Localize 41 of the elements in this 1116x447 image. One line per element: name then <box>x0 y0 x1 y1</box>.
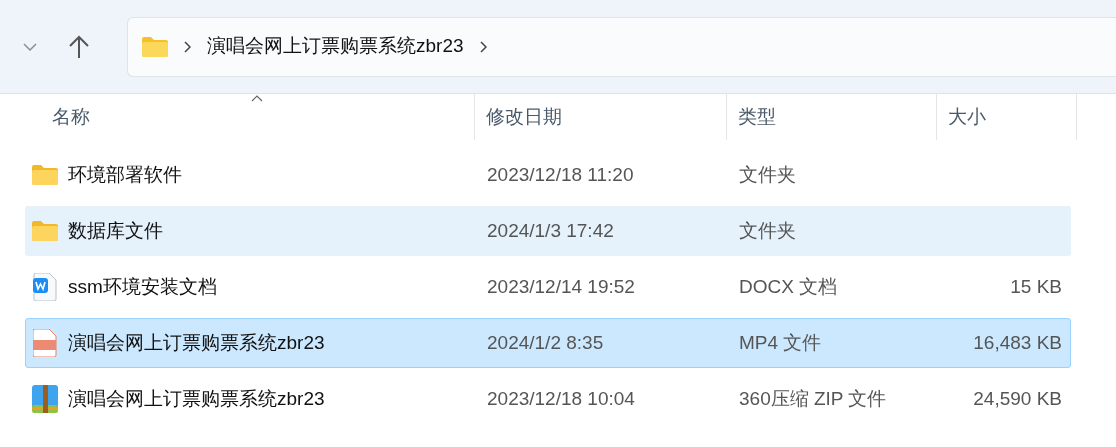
modified-date: 2024/1/3 17:42 <box>487 219 614 241</box>
file-type: 文件夹 <box>739 219 796 241</box>
file-type: MP4 文件 <box>739 331 822 353</box>
column-label: 类型 <box>738 104 776 129</box>
file-type: DOCX 文档 <box>739 275 838 297</box>
modified-date: 2024/1/2 8:35 <box>487 331 604 353</box>
column-header-cell[interactable]: 大小 <box>937 94 1077 140</box>
up-arrow-icon[interactable] <box>68 34 90 59</box>
file-size: 15 KB <box>1010 274 1062 299</box>
column-label: 修改日期 <box>486 104 562 129</box>
file-name: 数据库文件 <box>68 218 163 243</box>
file-type: 文件夹 <box>739 163 796 185</box>
file-row[interactable]: 数据库文件 2024/1/3 17:42 文件夹 <box>25 206 1071 256</box>
column-header-cell[interactable]: 名称 <box>0 94 475 140</box>
column-label: 大小 <box>948 104 986 129</box>
column-header-cell[interactable]: 类型 <box>727 94 937 140</box>
file-type: 360压缩 ZIP 文件 <box>739 387 887 409</box>
file-name: 演唱会网上订票购票系统zbr23 <box>68 386 325 411</box>
chevron-icon <box>479 40 487 53</box>
modified-date: 2023/12/18 10:04 <box>487 387 635 409</box>
file-name: ssm环境安装文档 <box>68 274 217 299</box>
file-size: 16,483 KB <box>973 330 1062 355</box>
file-row[interactable]: 演唱会网上订票购票系统zbr23 2024/1/2 8:35 MP4 文件 16,483 KB <box>25 318 1071 368</box>
folder-icon <box>142 36 168 57</box>
address-bar[interactable]: 演唱会网上订票购票系统zbr23 <box>127 16 1116 77</box>
column-label: 名称 <box>52 104 90 129</box>
file-row[interactable]: 演唱会网上订票购票系统zbr23 2023/12/18 10:04 360压缩 ZIP 文件 24,590 KB <box>25 374 1071 424</box>
file-name: 环境部署软件 <box>68 162 182 187</box>
sort-indicator-icon <box>251 95 264 102</box>
modified-date: 2023/12/14 19:52 <box>487 275 635 297</box>
breadcrumb-item[interactable]: 演唱会网上订票购票系统zbr23 <box>207 32 464 61</box>
chevron-icon <box>184 40 191 53</box>
archive-icon <box>32 385 58 413</box>
modified-date: 2023/12/18 11:20 <box>487 163 634 185</box>
column-header-cell[interactable]: 修改日期 <box>475 94 727 140</box>
file-size: 24,590 KB <box>973 386 1062 411</box>
file-row[interactable]: ssm环境安装文档 2023/12/14 19:52 DOCX 文档 15 KB <box>25 262 1071 312</box>
file-name: 演唱会网上订票购票系统zbr23 <box>68 330 325 355</box>
file-row[interactable]: 环境部署软件 2023/12/18 11:20 文件夹 <box>25 150 1071 200</box>
document-icon <box>32 273 58 301</box>
video-file-icon <box>32 329 58 357</box>
